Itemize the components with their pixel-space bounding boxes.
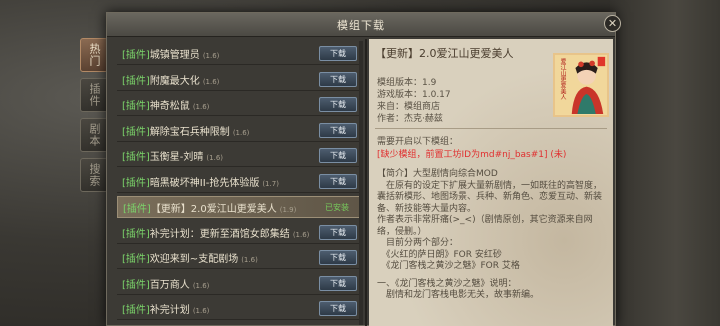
mod-detail-meta: 模组版本：1.9 游戏版本：1.0.17 来自：模组商店 作者：杰克·赫兹 <box>377 77 451 125</box>
mod-name: [插件]补完计划：更新至酒馆女郎集结 (1.6) <box>117 225 319 240</box>
dialog-title: 模组下载 <box>337 18 385 32</box>
tab-plugins[interactable]: 插件 <box>80 78 108 112</box>
close-icon[interactable]: ✕ <box>604 15 621 32</box>
tab-search[interactable]: 搜索 <box>80 158 108 192</box>
mod-list-row[interactable]: [插件]补完计划：更新至酒馆女郎集结 (1.6) 下载 <box>117 222 361 244</box>
mod-list-row[interactable]: [插件]补完计划 (1.6) 下载 <box>117 298 361 320</box>
mod-name: [插件]暗黑破坏神II-抢先体验版 (1.7) <box>117 174 319 189</box>
mod-title: 【更新】2.0爱江山更爱美人 <box>150 203 277 215</box>
mod-version: (1.9) <box>279 205 297 214</box>
mod-title: 城镇管理员 <box>149 50 200 61</box>
mod-title: 补完计划：更新至酒馆女郎集结 <box>149 228 290 240</box>
tab-hot[interactable]: 热门 <box>80 38 108 72</box>
download-button[interactable]: 下载 <box>319 275 357 291</box>
mod-description: 【简介】大型剧情向综合MOD 在原有的设定下扩展大量新剧情，一如既往的高智度，囊… <box>377 169 607 302</box>
mod-title: 百万商人 <box>149 279 190 291</box>
description-paragraph: 作者表示非常肝痛(>_<)（剧情原创，其它资源来自网络，侵删。） <box>377 215 593 237</box>
mod-list-row[interactable]: [插件]欢迎来到~支配剧场 (1.6) 下载 <box>117 247 361 269</box>
download-button[interactable]: 下载 <box>319 148 357 163</box>
mod-name: [插件]解除宝石兵种限制 (1.6) <box>117 123 319 138</box>
mod-name: [插件]欢迎来到~支配剧场 (1.6) <box>117 250 319 265</box>
mod-source: 来自：模组商店 <box>377 102 441 112</box>
list-scrollbar[interactable] <box>359 41 363 325</box>
download-button[interactable]: 下载 <box>319 173 357 189</box>
mod-name: [插件]附魔最大化 (1.6) <box>117 72 319 87</box>
mod-list-row[interactable]: [插件]暗黑破坏神II-抢先体验版 (1.7) 下载 <box>117 171 361 193</box>
mod-version: (1.6) <box>192 307 210 315</box>
download-button[interactable]: 下载 <box>319 250 357 265</box>
mod-tag: [插件] <box>122 305 150 316</box>
download-button[interactable]: 下载 <box>319 122 357 138</box>
mod-tag: [插件] <box>122 177 150 189</box>
mod-version: (1.6) <box>232 128 250 137</box>
description-paragraph: 《龙门客栈之黄沙之魅》FOR 艾格 <box>377 261 520 271</box>
mod-name: [插件]神奇松鼠 (1.6) <box>117 97 319 112</box>
mod-name: [插件]城镇管理员 (1.6) <box>117 46 319 61</box>
mod-detail-title: 【更新】2.0爱江山更爱美人 <box>375 47 514 60</box>
mod-title: 附魔最大化 <box>149 75 200 87</box>
background-scene-right <box>610 0 720 326</box>
mod-list-row[interactable]: [插件]附魔最大化 (1.6) 下载 <box>117 69 361 91</box>
mod-tag: [插件] <box>122 75 150 87</box>
download-button[interactable]: 下载 <box>319 301 357 316</box>
requirements-value: [缺少模组，前置工坊ID为md#nj_bas#1] (未) <box>377 150 567 160</box>
mod-tag: [插件] <box>122 101 150 112</box>
mod-list: [插件]城镇管理员 (1.6) 下载 [插件]附魔最大化 (1.6) 下载 [插件]神奇松鼠… <box>117 39 365 326</box>
mod-list-row[interactable]: [插件]【更新】2.0爱江山更爱美人 (1.9) 已安装 <box>117 196 361 218</box>
game-version: 游戏版本：1.0.17 <box>377 90 451 100</box>
mod-version: (1.6) <box>206 154 224 162</box>
thumbnail-caption: 爱江山更爱美人 <box>559 58 566 100</box>
mod-title: 暗黑破坏神II-抢先体验版 <box>149 177 260 189</box>
tab-scenarios[interactable]: 剧本 <box>80 118 108 152</box>
mod-name: [插件]玉衡星-刘晴 (1.6) <box>117 148 319 163</box>
mod-title: 解除宝石兵种限制 <box>149 126 230 138</box>
mod-version: (1.6) <box>202 52 220 60</box>
description-paragraph: 剧情和龙门客栈电影无关，故事新编。 <box>377 290 540 300</box>
mod-title: 神奇松鼠 <box>149 101 190 112</box>
mod-version: (1.6) <box>202 77 220 86</box>
mod-version: (1.6) <box>192 281 210 290</box>
mod-thumbnail: 爱江山更爱美人 <box>553 53 609 117</box>
mod-list-row[interactable]: [插件]解除宝石兵种限制 (1.6) 下载 <box>117 120 361 142</box>
mod-tag: [插件] <box>123 203 151 215</box>
requirements-label: 需要开启以下模组： <box>377 137 459 147</box>
installed-badge: 已安装 <box>325 202 349 212</box>
description-paragraph: 在原有的设定下扩展大量新剧情，一如既往的高智度，囊括新模形、地图场景、兵种、新角… <box>377 180 603 214</box>
mod-tag: [插件] <box>122 228 150 240</box>
download-button[interactable]: 下载 <box>319 46 357 61</box>
mod-author: 作者：杰克·赫兹 <box>377 114 443 124</box>
mod-detail-panel: 【更新】2.0爱江山更爱美人 模组版本：1.9 游戏版本：1.0.17 来自：模… <box>369 39 613 326</box>
mod-tag: [插件] <box>122 126 150 138</box>
mod-title: 欢迎来到~支配剧场 <box>149 254 239 265</box>
mod-name: [插件]补完计划 (1.6) <box>117 301 319 316</box>
description-paragraph: 目前分两个部分： <box>377 238 459 248</box>
mod-download-dialog: 模组下载 ✕ [插件]城镇管理员 (1.6) 下载 [插件]附魔最大化 (1.6) 下载[… <box>106 12 621 326</box>
mod-list-row[interactable]: [插件]玉衡星-刘晴 (1.6) 下载 <box>117 145 361 167</box>
panel-divider <box>365 39 367 326</box>
mod-version: (1.6) <box>241 256 258 264</box>
description-paragraph: 一、《龙门客栈之黄沙之魅》说明： <box>377 278 517 289</box>
mod-version: (1.6) <box>192 103 210 111</box>
mod-version: (1.7) <box>262 179 279 188</box>
download-button[interactable]: 下载 <box>319 71 357 87</box>
mod-name: [插件]百万商人 (1.6) <box>117 276 319 291</box>
mod-list-row[interactable]: [插件]神奇松鼠 (1.6) 下载 <box>117 94 361 116</box>
mod-title: 玉衡星-刘晴 <box>149 152 204 163</box>
module-version: 模组版本：1.9 <box>377 78 437 88</box>
mod-tag: [插件] <box>122 152 150 163</box>
mod-version: (1.6) <box>292 230 310 239</box>
description-paragraph: 《火红的萨日朗》FOR 安红砂 <box>377 249 502 260</box>
mod-tag: [插件] <box>122 279 150 291</box>
mod-list-row[interactable]: [插件]城镇管理员 (1.6) 下载 <box>117 43 361 65</box>
description-paragraph: 【简介】大型剧情向综合MOD <box>377 169 498 179</box>
download-button[interactable]: 下载 <box>319 97 357 112</box>
detail-separator <box>375 128 607 129</box>
download-button[interactable]: 下载 <box>319 224 357 240</box>
mod-title: 补完计划 <box>149 305 190 316</box>
mod-tag: [插件] <box>122 254 150 265</box>
mod-tag: [插件] <box>122 50 150 61</box>
dialog-titlebar: 模组下载 <box>107 13 615 37</box>
mod-name: [插件]【更新】2.0爱江山更爱美人 (1.9) <box>118 200 318 215</box>
mod-list-row[interactable]: [插件]百万商人 (1.6) 下载 <box>117 273 361 295</box>
